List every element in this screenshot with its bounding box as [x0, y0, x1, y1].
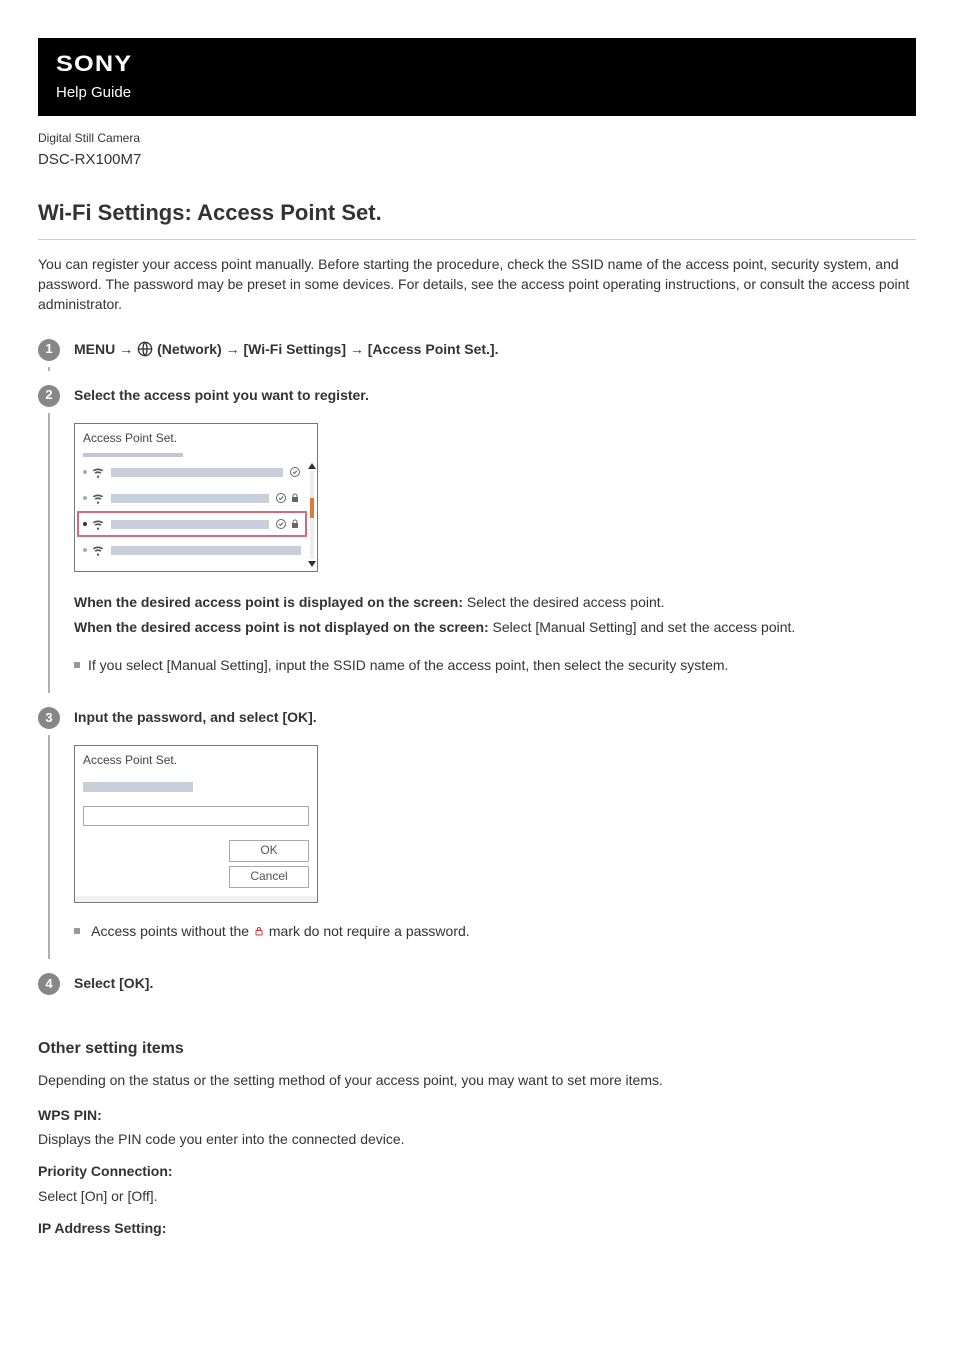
list-item [79, 485, 305, 511]
product-line: Digital Still Camera [38, 130, 916, 147]
wifi-icon [91, 517, 105, 531]
other-settings-list: WPS PIN: Displays the PIN code you enter… [38, 1105, 916, 1238]
arrow-up-icon [308, 463, 316, 469]
list-item [79, 459, 305, 485]
screenshot-title: Access Point Set. [75, 424, 317, 447]
scrollbar [309, 459, 317, 571]
priority-connection-desc: Select [On] or [Off]. [38, 1186, 916, 1206]
check-icon [275, 518, 287, 530]
step-3-bullet: Access points without the mark do not re… [74, 921, 916, 941]
step-1-instruction: MENU → (Network) → [Wi-Fi Settings] → [A… [74, 339, 916, 359]
help-guide-label: Help Guide [56, 82, 898, 104]
step-3-heading: Input the password, and select [OK]. [74, 707, 916, 727]
cancel-button-illustration: Cancel [229, 866, 309, 888]
page-title: Wi-Fi Settings: Access Point Set. [38, 197, 916, 229]
step-2-bullet: If you select [Manual Setting], input th… [74, 655, 916, 675]
step-4-heading: Select [OK]. [74, 973, 916, 993]
step-2-heading: Select the access point you want to regi… [74, 385, 916, 405]
wifi-icon [91, 491, 105, 505]
step-badge: 1 [38, 339, 60, 361]
list-item-selected [77, 511, 307, 537]
check-icon [289, 466, 301, 478]
arrow-down-icon [308, 561, 316, 567]
step-1: 1 MENU → (Network) → [Wi-Fi Settings] → … [38, 339, 916, 361]
lock-icon [289, 518, 301, 530]
network-icon [137, 341, 153, 357]
model-number: DSC-RX100M7 [38, 149, 916, 171]
screenshot-password-entry: Access Point Set. OK Cancel [74, 745, 318, 902]
password-field [83, 806, 309, 826]
header-banner: SONY Help Guide [38, 38, 916, 116]
lock-icon [253, 924, 265, 938]
step-2-cases: When the desired access point is display… [74, 592, 916, 637]
wps-pin-desc: Displays the PIN code you enter into the… [38, 1129, 916, 1149]
step-3: 3 Input the password, and select [OK]. A… [38, 707, 916, 949]
brand-logo: SONY [56, 48, 132, 80]
step-badge: 4 [38, 973, 60, 995]
check-icon [275, 492, 287, 504]
priority-connection-term: Priority Connection: [38, 1161, 916, 1181]
step-badge: 2 [38, 385, 60, 407]
intro-text: You can register your access point manua… [38, 254, 916, 315]
wps-pin-term: WPS PIN: [38, 1105, 916, 1125]
wifi-icon [91, 465, 105, 479]
ip-address-setting-term: IP Address Setting: [38, 1218, 916, 1238]
lock-icon [289, 492, 301, 504]
step-2: 2 Select the access point you want to re… [38, 385, 916, 684]
other-settings-heading: Other setting items [38, 1037, 916, 1060]
page: SONY Help Guide Digital Still Camera DSC… [0, 0, 954, 1272]
step-badge: 3 [38, 707, 60, 729]
screenshot-title: Access Point Set. [75, 746, 317, 769]
screenshot-access-point-list: Access Point Set. [74, 423, 318, 572]
ok-button-illustration: OK [229, 840, 309, 862]
step-4: 4 Select [OK]. [38, 973, 916, 995]
list-item [79, 537, 305, 563]
divider [38, 239, 916, 240]
other-settings-intro: Depending on the status or the setting m… [38, 1070, 916, 1090]
wifi-icon [91, 543, 105, 557]
